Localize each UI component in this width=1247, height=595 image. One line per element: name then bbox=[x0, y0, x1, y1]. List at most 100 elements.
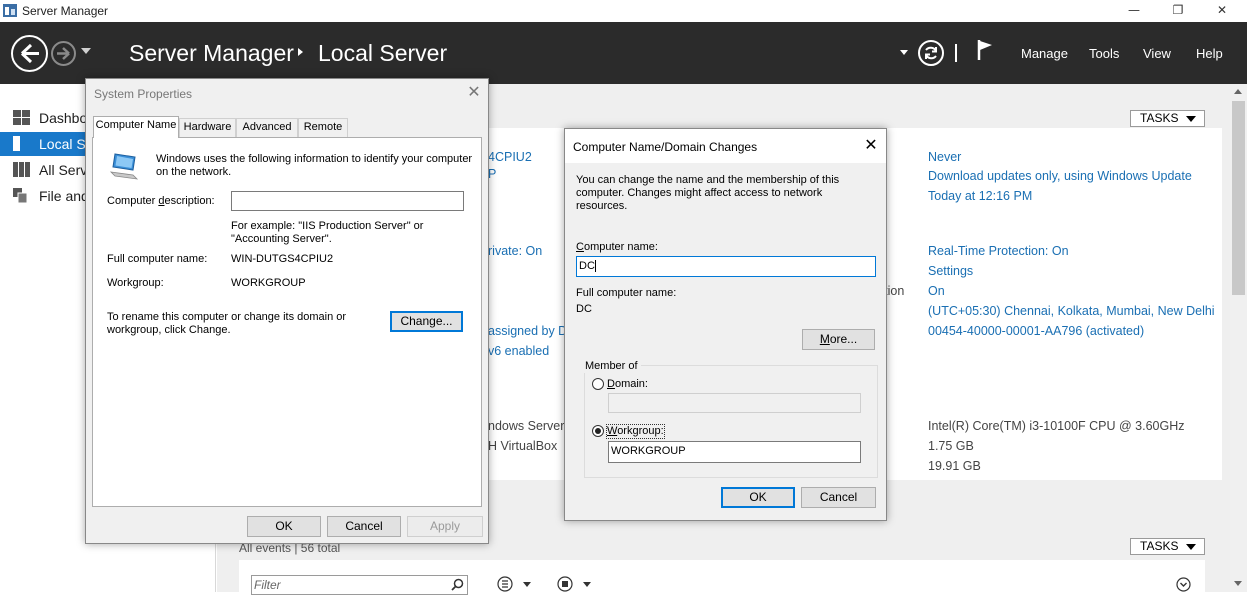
expand-circle-icon[interactable] bbox=[1176, 577, 1191, 592]
computer-description-input[interactable] bbox=[231, 191, 464, 211]
refresh-icon bbox=[925, 46, 937, 60]
property-disk: 19.91 GB bbox=[928, 459, 981, 473]
change-button[interactable]: Change... bbox=[390, 311, 463, 332]
header-divider bbox=[955, 44, 957, 62]
events-filter-input[interactable]: Filter bbox=[251, 575, 468, 595]
scroll-down-icon[interactable] bbox=[1234, 581, 1242, 586]
menu-manage[interactable]: Manage bbox=[1021, 46, 1068, 61]
server-manager-app-icon bbox=[3, 4, 17, 17]
computer-description-label: Computer description: bbox=[107, 195, 215, 207]
info-text: Windows uses the following information t… bbox=[156, 153, 473, 178]
ok-button[interactable]: OK bbox=[721, 487, 795, 508]
property-windows-update[interactable]: Download updates only, using Windows Upd… bbox=[928, 169, 1192, 183]
storage-icon bbox=[13, 188, 28, 203]
ok-button[interactable]: OK bbox=[247, 516, 321, 537]
chevron-down-icon[interactable] bbox=[583, 582, 591, 587]
dialog-title: Computer Name/Domain Changes bbox=[573, 140, 758, 154]
server-icon bbox=[13, 136, 20, 151]
scroll-up-icon[interactable] bbox=[1234, 89, 1242, 94]
breadcrumb-app[interactable]: Server Manager bbox=[129, 40, 294, 67]
property-computer-name-value[interactable]: 4CPIU2 bbox=[488, 150, 532, 164]
back-button[interactable] bbox=[11, 35, 48, 72]
full-computer-name-label: Full computer name: bbox=[107, 253, 208, 265]
property-ethernet-value[interactable]: assigned by D bbox=[488, 324, 567, 338]
events-tasks-dropdown[interactable]: TASKS bbox=[1130, 538, 1205, 555]
filter-placeholder: Filter bbox=[254, 578, 281, 592]
refresh-dropdown-icon[interactable] bbox=[900, 50, 908, 55]
property-product-id[interactable]: 00454-40000-00001-AA796 (activated) bbox=[928, 324, 1144, 338]
computer-name-label: Computer name: bbox=[576, 241, 658, 253]
window-titlebar: Server Manager — ❐ ✕ bbox=[0, 0, 1247, 22]
forward-button[interactable] bbox=[51, 41, 76, 66]
chevron-down-icon bbox=[1186, 544, 1196, 550]
menu-help[interactable]: Help bbox=[1196, 46, 1223, 61]
info-text: You can change the name and the membersh… bbox=[576, 174, 840, 212]
full-computer-name-label: Full computer name: bbox=[576, 287, 677, 299]
close-dialog-button[interactable]: ✕ bbox=[460, 81, 488, 105]
restore-button[interactable]: ❐ bbox=[1155, 0, 1201, 22]
dialog-title: System Properties bbox=[94, 87, 193, 101]
close-window-button[interactable]: ✕ bbox=[1199, 0, 1245, 22]
tab-computer-name[interactable]: Computer Name bbox=[93, 116, 179, 138]
search-icon bbox=[451, 578, 464, 591]
servers-icon bbox=[13, 162, 30, 177]
description-example-text: For example: "IIS Production Server" or … bbox=[231, 220, 424, 245]
domain-radio[interactable] bbox=[592, 378, 604, 390]
cancel-button[interactable]: Cancel bbox=[801, 487, 876, 508]
property-last-updates[interactable]: Today at 12:16 PM bbox=[928, 189, 1032, 203]
property-timezone[interactable]: (UTC+05:30) Chennai, Kolkata, Mumbai, Ne… bbox=[928, 304, 1215, 318]
property-last-checked[interactable]: Never bbox=[928, 150, 961, 164]
app-header: Server Manager Local Server Manage Tools… bbox=[0, 22, 1247, 84]
property-workgroup-value[interactable]: P bbox=[488, 167, 496, 181]
workgroup-label: Workgroup: bbox=[107, 277, 164, 289]
property-feedback[interactable]: Settings bbox=[928, 264, 973, 278]
property-ie-esc[interactable]: On bbox=[928, 284, 945, 298]
tab-remote[interactable]: Remote bbox=[298, 118, 348, 137]
workgroup-input[interactable]: WORKGROUP bbox=[608, 441, 861, 463]
more-button[interactable]: More... bbox=[802, 329, 875, 350]
domain-input[interactable] bbox=[608, 393, 861, 413]
computer-name-domain-changes-dialog: Computer Name/Domain Changes ✕ You can c… bbox=[564, 128, 887, 521]
workgroup-value: WORKGROUP bbox=[231, 277, 306, 289]
property-memory: 1.75 GB bbox=[928, 439, 974, 453]
text-cursor bbox=[594, 260, 596, 273]
menu-view[interactable]: View bbox=[1143, 46, 1171, 61]
minimize-button[interactable]: — bbox=[1111, 0, 1157, 22]
chevron-down-icon bbox=[1186, 116, 1196, 122]
property-defender[interactable]: Real-Time Protection: On bbox=[928, 244, 1069, 258]
chevron-down-icon[interactable] bbox=[523, 582, 531, 587]
property-firewall-value[interactable]: rivate: On bbox=[488, 244, 542, 258]
menu-tools[interactable]: Tools bbox=[1089, 46, 1119, 61]
property-ipv6-value[interactable]: v6 enabled bbox=[488, 344, 549, 358]
page-title: Local Server bbox=[318, 40, 448, 66]
system-properties-dialog: System Properties ✕ Computer Name Hardwa… bbox=[85, 78, 489, 544]
cancel-button[interactable]: Cancel bbox=[327, 516, 401, 537]
scrollbar-thumb[interactable] bbox=[1232, 101, 1245, 295]
save-query-icon[interactable] bbox=[557, 576, 573, 592]
workgroup-radio[interactable] bbox=[592, 425, 604, 437]
notifications-flag-icon[interactable] bbox=[977, 39, 995, 61]
full-computer-name-value: DC bbox=[576, 303, 592, 315]
page-scrollbar[interactable] bbox=[1230, 84, 1247, 592]
property-processor: Intel(R) Core(TM) i3-10100F CPU @ 3.60GH… bbox=[928, 419, 1185, 433]
tasks-label: TASKS bbox=[1140, 111, 1179, 125]
computer-name-value: DC bbox=[579, 260, 595, 272]
arrow-left-icon bbox=[20, 43, 39, 64]
close-dialog-button[interactable]: ✕ bbox=[857, 134, 885, 158]
workgroup-label: Workgroup: bbox=[606, 424, 665, 439]
list-options-icon[interactable] bbox=[497, 576, 515, 592]
property-os-value: ndows Server 2 bbox=[488, 419, 575, 433]
computer-name-tab-page: Windows uses the following information t… bbox=[92, 137, 482, 507]
tab-hardware[interactable]: Hardware bbox=[179, 118, 236, 137]
member-of-label: Member of bbox=[582, 360, 641, 373]
computer-network-icon bbox=[109, 153, 139, 180]
breadcrumb-separator-icon bbox=[298, 48, 303, 56]
tab-advanced[interactable]: Advanced bbox=[236, 118, 298, 137]
refresh-button[interactable] bbox=[918, 40, 944, 66]
history-dropdown-icon[interactable] bbox=[81, 48, 91, 54]
dashboard-icon bbox=[13, 110, 30, 125]
tasks-label: TASKS bbox=[1140, 539, 1179, 553]
apply-button[interactable]: Apply bbox=[407, 516, 483, 537]
properties-tasks-dropdown[interactable]: TASKS bbox=[1130, 110, 1205, 127]
computer-name-input[interactable]: DC bbox=[576, 256, 876, 277]
